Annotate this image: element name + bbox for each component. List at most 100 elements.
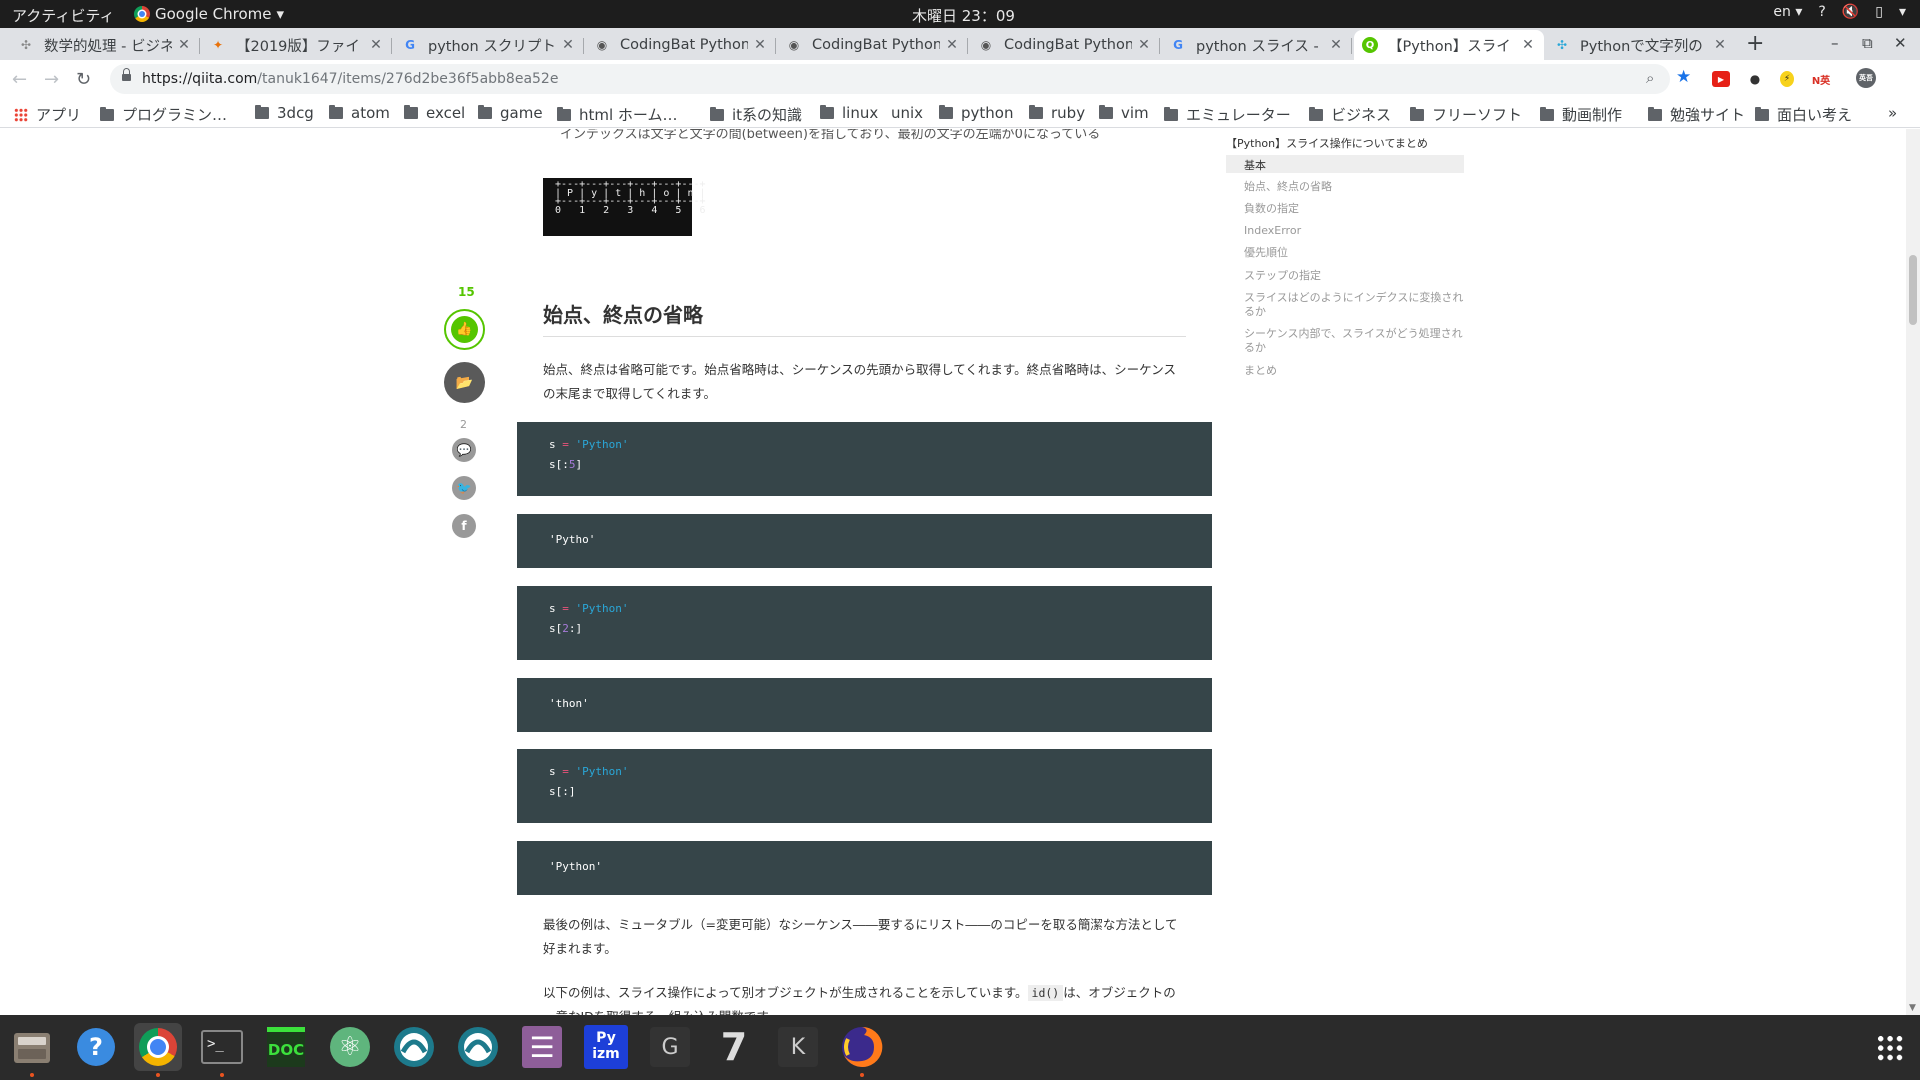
bookmark-folder[interactable]: エミュレーター (1164, 104, 1291, 125)
dock-gitkraken-2[interactable] (454, 1023, 502, 1071)
battery-icon[interactable]: ▯ (1875, 4, 1883, 20)
toc-item[interactable]: 優先順位 (1244, 246, 1464, 260)
dock-chrome[interactable] (134, 1023, 182, 1077)
bookmark-folder[interactable]: 3dcg (255, 104, 314, 122)
close-tab-icon[interactable]: ✕ (1328, 37, 1344, 53)
bookmark-folder[interactable]: 勉強サイト (1648, 104, 1745, 125)
bookmark-apps[interactable]: アプリ (14, 104, 81, 125)
language-indicator[interactable]: en ▾ (1773, 4, 1802, 20)
profile-avatar[interactable]: 英吾 (1856, 68, 1876, 88)
toc-item[interactable]: 始点、終点の省略 (1244, 180, 1464, 194)
clock[interactable]: 木曜日 23：09 (912, 5, 1015, 26)
dock-help[interactable]: ? (72, 1023, 120, 1071)
bookmark-folder[interactable]: excel (404, 104, 465, 122)
bookmark-folder[interactable]: 面白い考え (1755, 104, 1852, 125)
close-tab-icon[interactable]: ✕ (944, 37, 960, 53)
scroll-down-icon[interactable]: ▼ (1909, 1003, 1916, 1013)
tab[interactable]: G python スクリプト ✕ (394, 30, 584, 60)
volume-muted-icon[interactable]: 🔇 (1842, 4, 1859, 20)
twitter-icon[interactable]: 🐦 (452, 476, 476, 500)
code-block[interactable]: s = 'Python' s[:5] (517, 422, 1212, 496)
dock-typora[interactable]: 7 (710, 1023, 758, 1071)
dock-sublime[interactable]: ☰ (518, 1023, 566, 1071)
bookmark-star-icon[interactable]: ★ (1676, 67, 1691, 87)
scrollbar-thumb[interactable] (1909, 255, 1917, 325)
toc-item-active[interactable]: 基本 (1226, 155, 1464, 173)
dock-pyizm[interactable]: Py izm (582, 1023, 630, 1071)
bookmark-folder[interactable]: ビジネス (1309, 104, 1391, 125)
tab[interactable]: ✣ 数学的処理 - ビジネ ✕ (10, 30, 200, 60)
reload-icon[interactable]: ↻ (76, 69, 91, 90)
bolt-extension-icon[interactable]: ⚡ (1780, 71, 1794, 87)
restore-icon[interactable]: ⧉ (1862, 34, 1873, 52)
back-arrow-icon[interactable]: ← (12, 69, 27, 90)
close-tab-icon[interactable]: ✕ (1520, 37, 1536, 53)
toc-item[interactable]: 負数の指定 (1244, 202, 1464, 216)
minimize-icon[interactable]: – (1831, 34, 1839, 52)
close-tab-icon[interactable]: ✕ (1712, 37, 1728, 53)
bookmark-folder[interactable]: html ホーム… (557, 104, 678, 125)
forward-arrow-icon[interactable]: → (44, 69, 59, 90)
activities-button[interactable]: アクティビティ (12, 5, 114, 26)
url-text[interactable]: https://qiita.com/tanuk1647/items/276d2b… (142, 71, 558, 87)
tab-active[interactable]: Q 【Python】スライ ✕ (1354, 30, 1544, 60)
close-tab-icon[interactable]: ✕ (752, 37, 768, 53)
tab[interactable]: ✣ Pythonで文字列の ✕ (1546, 30, 1736, 60)
bookmark-folder[interactable]: linux (820, 104, 878, 122)
dock-g-app[interactable]: G (646, 1023, 694, 1071)
bookmark-folder[interactable]: python (939, 104, 1013, 122)
bookmark-folder[interactable]: game (478, 104, 543, 122)
code-output-block[interactable]: 'thon' (517, 678, 1212, 732)
close-tab-icon[interactable]: ✕ (560, 37, 576, 53)
app-menu[interactable]: Google Chrome ▾ (134, 5, 284, 23)
dock-terminal[interactable]: >_ (198, 1023, 246, 1077)
page-scrollbar[interactable]: ▼ (1906, 129, 1920, 1015)
tab[interactable]: ◉ CodingBat Python ✕ (586, 30, 776, 60)
bookmark-folder[interactable]: it系の知識 (710, 104, 802, 125)
toc-title[interactable]: 【Python】スライス操作についてまとめ (1226, 135, 1428, 151)
toc-item[interactable]: シーケンス内部で、スライスがどう処理されるか (1244, 327, 1464, 355)
comment-icon[interactable]: 💬 (452, 438, 476, 462)
tab[interactable]: ◉ CodingBat Python ✕ (970, 30, 1160, 60)
bookmark-folder[interactable]: フリーソフト (1410, 104, 1522, 125)
tab[interactable]: G python スライス - ✕ (1162, 30, 1352, 60)
dock-firefox[interactable] (838, 1023, 886, 1077)
dock-files[interactable] (8, 1023, 56, 1077)
dock-doc[interactable]: DOC (262, 1023, 310, 1071)
bookmark-folder[interactable]: vim (1099, 104, 1149, 122)
lock-icon[interactable] (122, 68, 131, 84)
youtube-extension-icon[interactable]: ▶ (1712, 71, 1730, 87)
caret-down-icon[interactable]: ▾ (1899, 4, 1906, 20)
dock-k-app[interactable]: K (774, 1023, 822, 1071)
tab[interactable]: ◉ CodingBat Python ✕ (778, 30, 968, 60)
dock-gitkraken[interactable] (390, 1023, 438, 1071)
like-button[interactable]: 👍 (444, 309, 485, 350)
close-window-icon[interactable]: ✕ (1894, 34, 1907, 52)
code-block[interactable]: s = 'Python' s[2:] (517, 586, 1212, 660)
close-tab-icon[interactable]: ✕ (1136, 37, 1152, 53)
stock-button[interactable]: 📂 (444, 362, 485, 403)
show-applications-icon[interactable] (1876, 1034, 1904, 1062)
bookmark-folder[interactable]: 動画制作 (1540, 104, 1622, 125)
code-output-block[interactable]: 'Pytho' (517, 514, 1212, 568)
zoom-icon[interactable]: ⌕ (1646, 69, 1654, 87)
system-tray[interactable]: en ▾ ? 🔇 ▯ ▾ (1773, 4, 1906, 20)
code-output-block[interactable]: 'Python' (517, 841, 1212, 895)
toc-item[interactable]: まとめ (1244, 364, 1464, 378)
tab[interactable]: ✦ 【2019版】ファイ ✕ (202, 30, 392, 60)
help-icon[interactable]: ? (1818, 4, 1825, 20)
toc-item[interactable]: IndexError (1244, 224, 1464, 238)
code-block[interactable]: s = 'Python' s[:] (517, 749, 1212, 823)
close-tab-icon[interactable]: ✕ (176, 37, 192, 53)
address-bar[interactable]: https://qiita.com/tanuk1647/items/276d2b… (110, 64, 1670, 94)
dictionary-extension-icon[interactable]: N英 (1810, 71, 1832, 87)
facebook-icon[interactable]: f (452, 514, 476, 538)
pin-extension-icon[interactable]: ● (1748, 71, 1762, 87)
toc-item[interactable]: スライスはどのようにインデクスに変換されるか (1244, 291, 1464, 319)
bookmark-folder[interactable]: プログラミン… (100, 104, 227, 125)
bookmark-folder[interactable]: atom (329, 104, 390, 122)
bookmark-label-only[interactable]: unix (891, 104, 923, 122)
bookmarks-overflow-icon[interactable]: » (1888, 104, 1897, 122)
bookmark-folder[interactable]: ruby (1029, 104, 1085, 122)
new-tab-button[interactable]: + (1746, 32, 1764, 56)
